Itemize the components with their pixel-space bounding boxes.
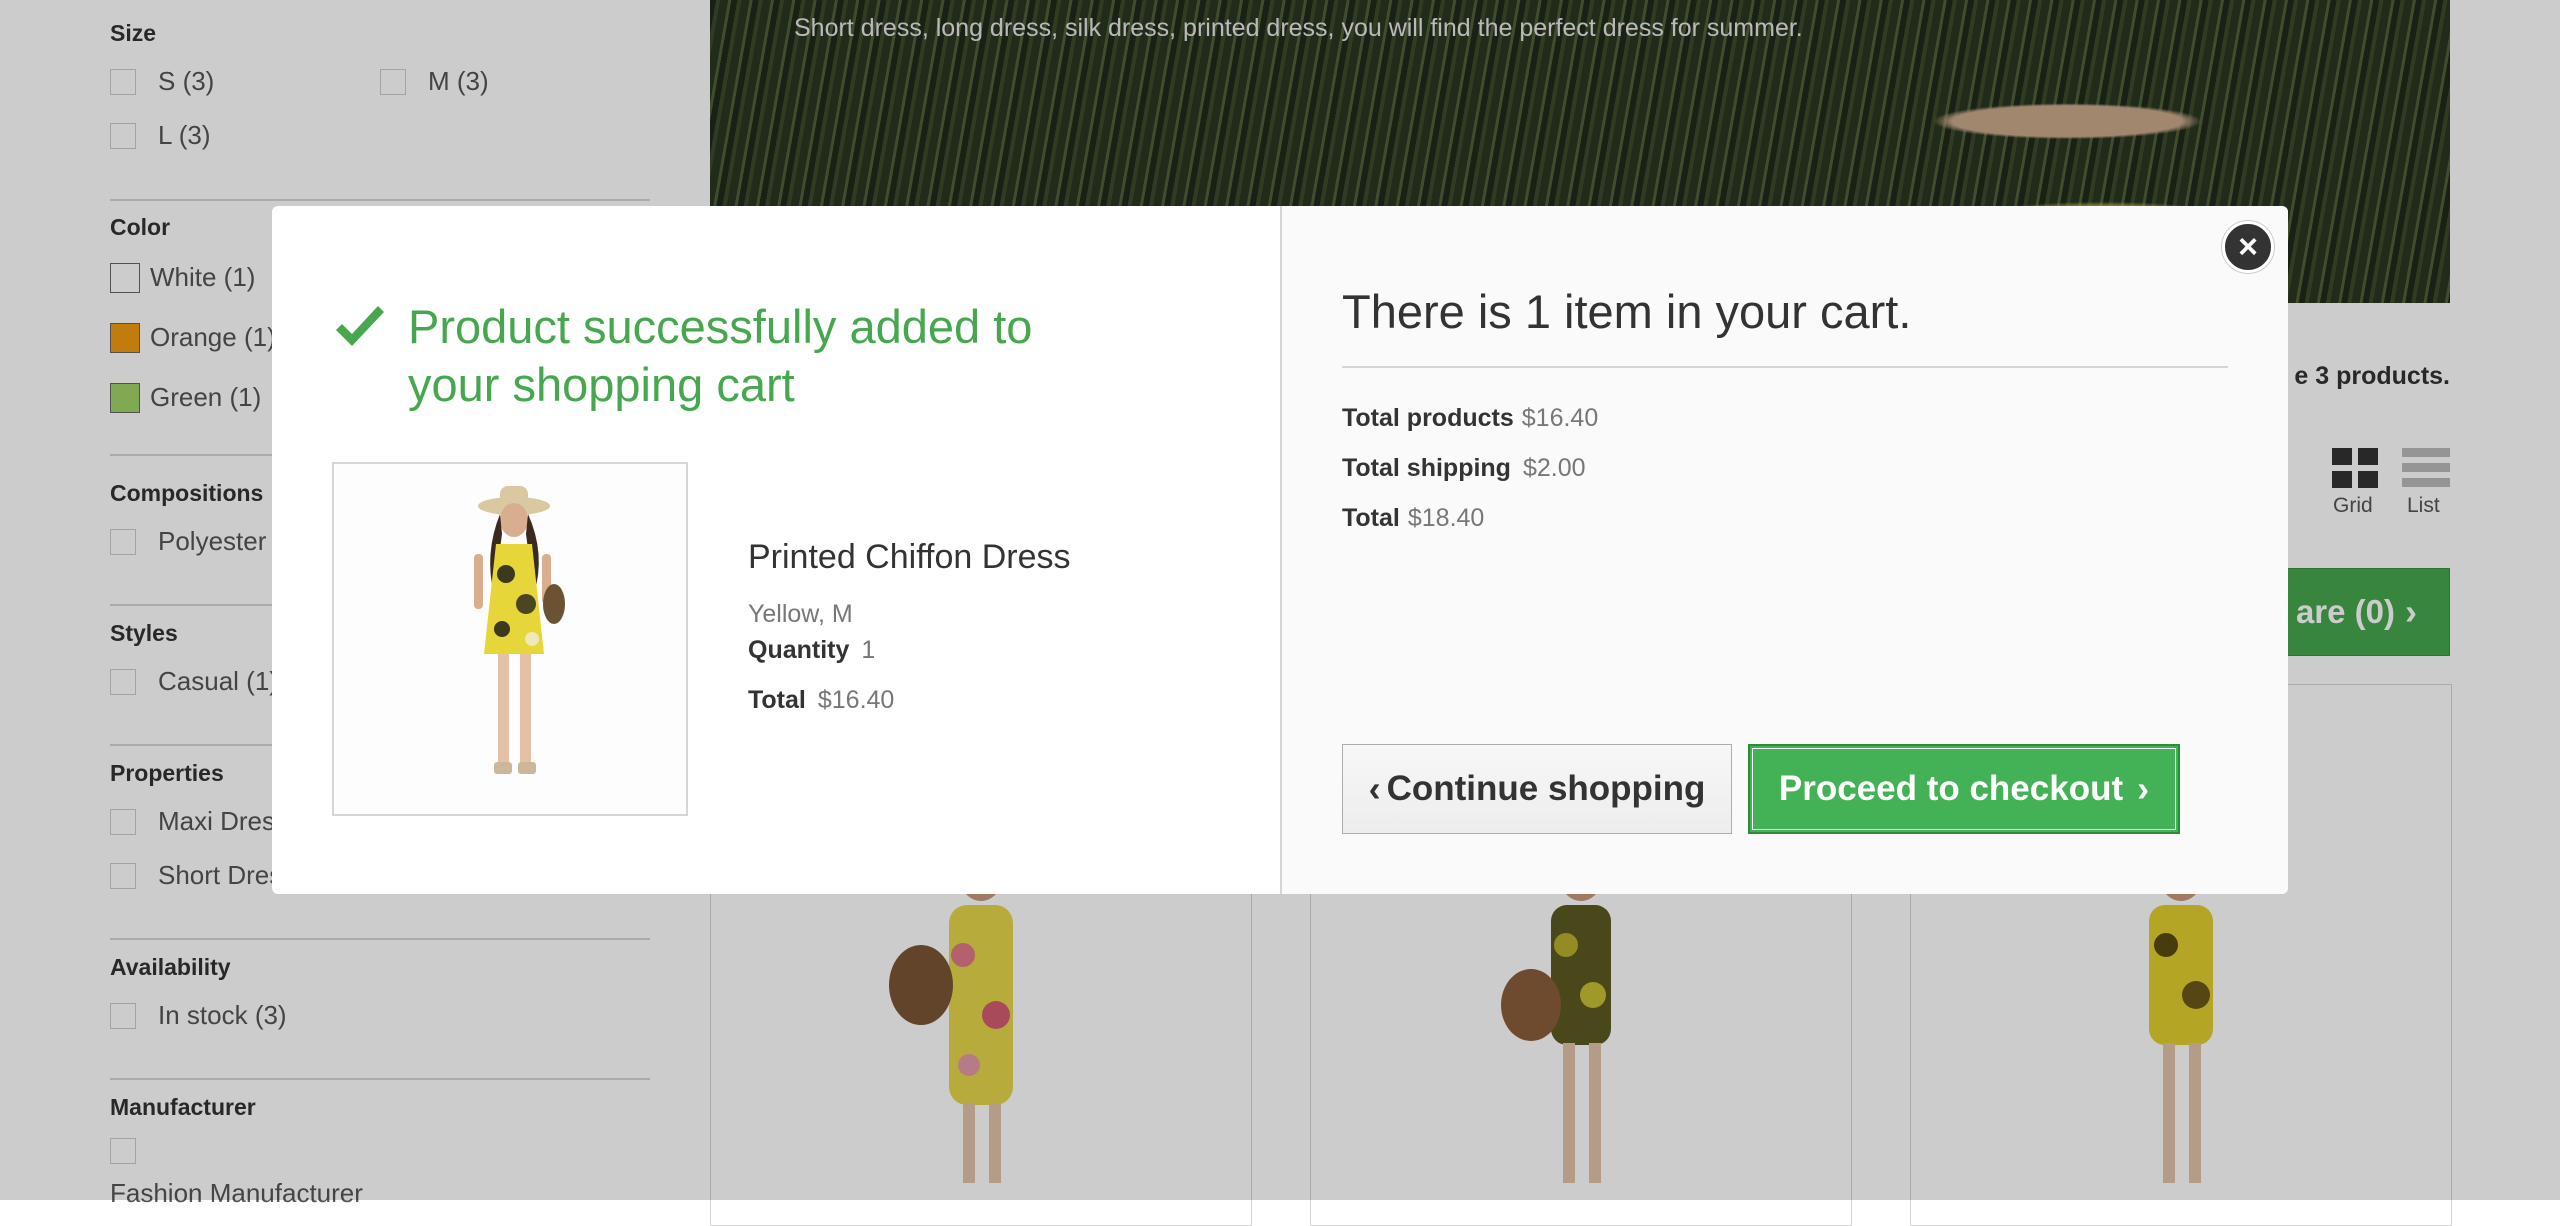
cart-divider xyxy=(1342,366,2228,368)
success-message: Product successfully added to your shopp… xyxy=(408,300,1033,411)
modal-product-panel: Product successfully added to your shopp… xyxy=(272,206,1280,894)
chevron-left-icon: ‹ xyxy=(1368,768,1381,809)
close-icon[interactable]: × xyxy=(2222,221,2274,273)
product-total: Total $16.40 xyxy=(748,686,895,714)
chevron-right-icon: › xyxy=(2137,768,2150,809)
add-to-cart-modal: Product successfully added to your shopp… xyxy=(272,206,2288,894)
cart-total-products: Total products $16.40 xyxy=(1342,404,1599,432)
modal-cart-panel: There is 1 item in your cart. Total prod… xyxy=(1280,206,2288,894)
continue-shopping-button[interactable]: ‹ Continue shopping xyxy=(1342,744,1732,834)
proceed-to-checkout-button[interactable]: Proceed to checkout › xyxy=(1748,744,2180,834)
cart-total-shipping: Total shipping $2.00 xyxy=(1342,454,1586,482)
product-thumbnail-image xyxy=(474,486,565,774)
product-name: Printed Chiffon Dress xyxy=(748,538,1071,576)
checkmark-icon xyxy=(336,306,384,346)
cart-total: Total $18.40 xyxy=(1342,504,1485,532)
product-attributes: Yellow, M xyxy=(748,600,853,628)
product-thumbnail xyxy=(332,462,688,816)
cart-summary-title: There is 1 item in your cart. xyxy=(1342,285,1912,338)
product-quantity: Quantity 1 xyxy=(748,636,876,664)
